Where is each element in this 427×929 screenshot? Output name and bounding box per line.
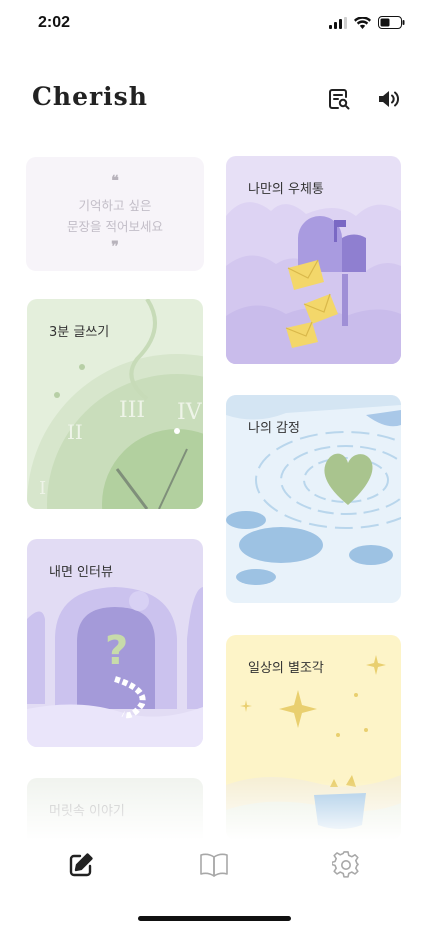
quote-line-1: 기억하고 싶은 [78,198,152,213]
status-icons [329,16,405,29]
book-icon [200,853,228,877]
tab-write[interactable] [64,848,98,882]
card-my-emotion[interactable]: 나의 감정 [226,395,401,603]
gear-icon [332,851,359,878]
app-header: Cherish [0,74,427,122]
home-indicator [138,916,291,921]
card-3min-writing[interactable]: II III IV I 3분 글쓰기 [27,299,203,509]
svg-text:III: III [119,398,145,423]
card-label: 머릿속 이야기 [49,804,125,819]
battery-icon [378,16,405,29]
open-quote-icon: ❝ [111,173,119,189]
tab-settings[interactable] [329,848,363,882]
status-bar: 2:02 [0,0,427,50]
card-label: 내면 인터뷰 [49,565,113,580]
quote-line-2: 문장을 적어보세요 [67,219,163,234]
tab-library[interactable] [197,848,231,882]
sound-button[interactable] [374,84,404,114]
card-label: 나의 감정 [248,421,300,436]
tab-bar [0,840,427,890]
card-grid: ❝ 기억하고 싶은 문장을 적어보세요 ❞ 나만의 우체통 II III IV … [0,140,427,840]
search-document-icon [329,89,350,110]
wifi-icon [354,16,371,29]
svg-text:?: ? [105,628,128,674]
card-label: 3분 글쓰기 [49,325,110,340]
card-my-mailbox[interactable]: 나만의 우체통 [226,156,401,364]
card-mind-story[interactable]: 머릿속 이야기 [27,778,203,840]
app-title: Cherish [32,82,148,111]
pencil-square-icon [69,853,93,877]
card-daily-stars[interactable]: 일상의 별조각 [226,635,401,840]
card-label: 나만의 우체통 [248,182,324,197]
speaker-icon [379,91,399,107]
cellular-signal-icon [329,16,347,29]
svg-text:I: I [39,478,46,499]
card-inner-interview[interactable]: ? 내면 인터뷰 [27,539,203,747]
status-time: 2:02 [38,14,71,31]
svg-text:IV: IV [177,400,203,425]
close-quote-icon: ❞ [111,239,119,255]
svg-text:II: II [67,420,83,444]
card-label: 일상의 별조각 [248,661,324,676]
search-button[interactable] [324,84,354,114]
quote-placeholder: 기억하고 싶은 문장을 적어보세요 [26,195,204,237]
quote-input-card[interactable]: ❝ 기억하고 싶은 문장을 적어보세요 ❞ [26,157,204,271]
